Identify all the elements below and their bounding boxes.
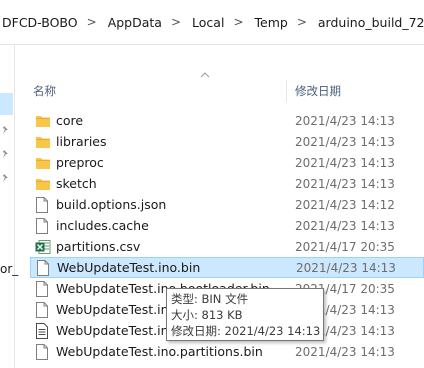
navigation-selected-item[interactable]	[0, 93, 13, 115]
breadcrumb-item[interactable]: arduino_build_727557	[316, 15, 424, 30]
chevron-up-icon[interactable]	[200, 72, 210, 78]
file-date-modified: 2021/4/23 14:13	[295, 155, 395, 170]
chevron-right-icon[interactable]: >	[78, 15, 106, 29]
folder-icon	[35, 134, 51, 150]
file-row[interactable]: preproc 2021/4/23 14:13	[30, 152, 424, 173]
file-row-selected[interactable]: WebUpdateTest.ino.bin 2021/4/23 14:13	[30, 257, 424, 278]
breadcrumb-item[interactable]: Local	[190, 15, 224, 30]
file-name: includes.cache	[56, 218, 149, 233]
chevron-right-icon[interactable]: >	[288, 15, 316, 29]
file-name: WebUpdateTest.ino.bin	[57, 260, 201, 275]
navigation-item-label[interactable]: or_	[0, 262, 18, 276]
folder-icon	[35, 176, 51, 192]
file-icon	[36, 259, 52, 276]
file-icon	[35, 280, 51, 297]
file-date-modified: 2021/4/23 14:13	[295, 176, 395, 191]
file-name: libraries	[56, 134, 107, 149]
navigation-pane[interactable]: or_	[0, 45, 18, 368]
column-divider[interactable]	[286, 80, 287, 102]
chevron-right-icon[interactable]: >	[224, 15, 252, 29]
file-icon	[35, 343, 51, 360]
file-row[interactable]: core 2021/4/23 14:13	[30, 110, 424, 131]
file-row[interactable]: sketch 2021/4/23 14:13	[30, 173, 424, 194]
file-name: core	[56, 113, 84, 128]
file-icon	[35, 301, 51, 318]
file-row[interactable]: partitions.csv 2021/4/17 20:35	[30, 236, 424, 257]
breadcrumb-item[interactable]: AppData	[106, 15, 162, 30]
text-file-icon	[35, 322, 51, 339]
pin-icon[interactable]	[1, 173, 11, 183]
column-header-name[interactable]: 名称	[33, 83, 56, 99]
folder-icon	[35, 113, 51, 129]
file-date-modified: 2021/4/23 14:13	[295, 218, 395, 233]
file-name: sketch	[56, 176, 97, 191]
pin-icon[interactable]	[1, 149, 11, 159]
folder-icon	[35, 155, 51, 171]
file-name: partitions.csv	[56, 239, 141, 254]
column-header-date-modified[interactable]: 修改日期	[295, 83, 341, 99]
file-date-modified: 2021/4/23 14:13	[295, 113, 395, 128]
file-info-tooltip: 类型: BIN 文件 大小: 813 KB 修改日期: 2021/4/23 14…	[166, 288, 324, 341]
tooltip-size: 大小: 813 KB	[171, 308, 243, 322]
tooltip-type: 类型: BIN 文件	[171, 292, 249, 306]
file-row[interactable]: includes.cache 2021/4/23 14:13	[30, 215, 424, 236]
tooltip-modified: 修改日期: 2021/4/23 14:13	[171, 324, 321, 338]
file-date-modified: 2021/4/23 14:12	[295, 197, 395, 212]
file-name: build.options.json	[56, 197, 167, 212]
file-row[interactable]: build.options.json 2021/4/23 14:12	[30, 194, 424, 215]
breadcrumb-item[interactable]: DFCD-BOBO	[0, 15, 78, 30]
file-date-modified: 2021/4/23 14:13	[296, 260, 396, 275]
file-date-modified: 2021/4/17 20:35	[295, 239, 395, 254]
file-name: WebUpdateTest.ino.partitions.bin	[56, 344, 263, 359]
file-date-modified: 2021/4/23 14:13	[295, 344, 395, 359]
file-icon	[35, 196, 51, 213]
chevron-right-icon[interactable]: >	[162, 15, 190, 29]
pin-icon[interactable]	[1, 125, 11, 135]
file-row[interactable]: WebUpdateTest.ino.partitions.bin 2021/4/2…	[30, 341, 424, 362]
address-bar[interactable]: DFCD-BOBO > AppData > Local > Temp > ard…	[0, 0, 424, 45]
file-date-modified: 2021/4/23 14:13	[295, 134, 395, 149]
excel-icon	[35, 239, 51, 255]
file-icon	[35, 217, 51, 234]
file-name: preproc	[56, 155, 104, 170]
file-row[interactable]: libraries 2021/4/23 14:13	[30, 131, 424, 152]
breadcrumb-item[interactable]: Temp	[253, 15, 288, 30]
